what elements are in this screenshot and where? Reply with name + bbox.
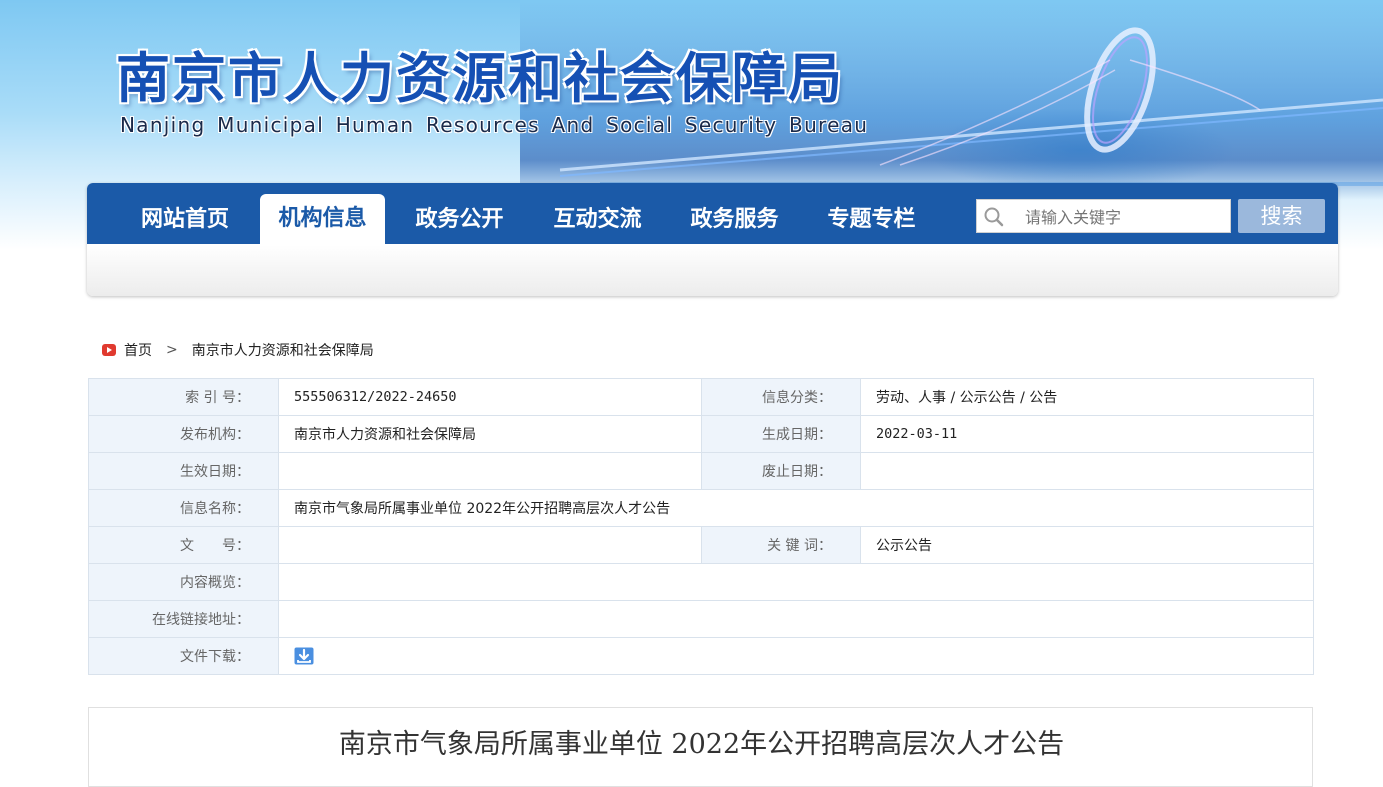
nav-item-services[interactable]: 政务服务: [672, 183, 797, 244]
table-row: 信息名称： 南京市气象局所属事业单位 2022年公开招聘高层次人才公告: [88, 489, 1314, 527]
search-icon: [984, 207, 1004, 227]
breadcrumb-separator: >: [166, 342, 178, 358]
search-box: [976, 199, 1231, 233]
article-panel: 南京市气象局所属事业单位 2022年公开招聘高层次人才公告: [88, 707, 1313, 787]
publisher-value: 南京市人力资源和社会保障局: [278, 415, 702, 453]
info-name-label: 信息名称：: [88, 489, 279, 527]
effective-date-label: 生效日期：: [88, 452, 279, 490]
nav-item-institution[interactable]: 机构信息: [260, 194, 385, 244]
main-navigation: 网站首页 机构信息 政务公开 互动交流 政务服务 专题专栏 搜索: [87, 183, 1338, 296]
created-date-value: 2022-03-11: [860, 415, 1314, 453]
nav-item-gov-affairs[interactable]: 政务公开: [397, 183, 522, 244]
table-row: 发布机构： 南京市人力资源和社会保障局 生成日期： 2022-03-11: [88, 415, 1314, 453]
breadcrumb: 首页 > 南京市人力资源和社会保障局: [102, 340, 374, 360]
table-row: 内容概览：: [88, 563, 1314, 601]
breadcrumb-home-link[interactable]: 首页: [124, 340, 152, 360]
file-download-cell: [278, 637, 1314, 675]
site-title: 南京市人力资源和社会保障局: [116, 46, 844, 110]
download-icon[interactable]: [294, 647, 314, 665]
file-download-label: 文件下载：: [88, 637, 279, 675]
doc-number-value: [278, 526, 702, 564]
abolished-date-label: 废止日期：: [701, 452, 861, 490]
search-button[interactable]: 搜索: [1238, 199, 1325, 233]
nav-item-home[interactable]: 网站首页: [121, 183, 249, 244]
table-row: 索 引 号： 555506312/2022-24650 信息分类： 劳动、人事 …: [88, 378, 1314, 416]
index-label: 索 引 号：: [88, 378, 279, 416]
abolished-date-value: [860, 452, 1314, 490]
nav-bar: 网站首页 机构信息 政务公开 互动交流 政务服务 专题专栏 搜索: [87, 183, 1338, 244]
nav-item-topics[interactable]: 专题专栏: [809, 183, 934, 244]
search-input[interactable]: [1023, 204, 1227, 230]
keywords-label: 关 键 词：: [701, 526, 861, 564]
keywords-value: 公示公告: [860, 526, 1314, 564]
document-info-table: 索 引 号： 555506312/2022-24650 信息分类： 劳动、人事 …: [88, 378, 1314, 675]
category-label: 信息分类：: [701, 378, 861, 416]
category-value: 劳动、人事 / 公示公告 / 公告: [860, 378, 1314, 416]
created-date-label: 生成日期：: [701, 415, 861, 453]
table-row: 文件下载：: [88, 637, 1314, 675]
article-title: 南京市气象局所属事业单位 2022年公开招聘高层次人才公告: [338, 729, 1065, 760]
publisher-label: 发布机构：: [88, 415, 279, 453]
info-name-value: 南京市气象局所属事业单位 2022年公开招聘高层次人才公告: [278, 489, 1314, 527]
site-subtitle: Nanjing Municipal Human Resources And So…: [120, 113, 869, 137]
nav-item-interaction[interactable]: 互动交流: [535, 183, 660, 244]
online-link-label: 在线链接地址：: [88, 600, 279, 638]
online-link-value: [278, 600, 1314, 638]
doc-number-label: 文 号：: [88, 526, 279, 564]
play-home-icon: [102, 344, 116, 356]
effective-date-value: [278, 452, 702, 490]
summary-value: [278, 563, 1314, 601]
summary-label: 内容概览：: [88, 563, 279, 601]
index-value: 555506312/2022-24650: [278, 378, 702, 416]
breadcrumb-current-link[interactable]: 南京市人力资源和社会保障局: [192, 340, 374, 360]
table-row: 文 号： 关 键 词： 公示公告: [88, 526, 1314, 564]
table-row: 生效日期： 废止日期：: [88, 452, 1314, 490]
table-row: 在线链接地址：: [88, 600, 1314, 638]
